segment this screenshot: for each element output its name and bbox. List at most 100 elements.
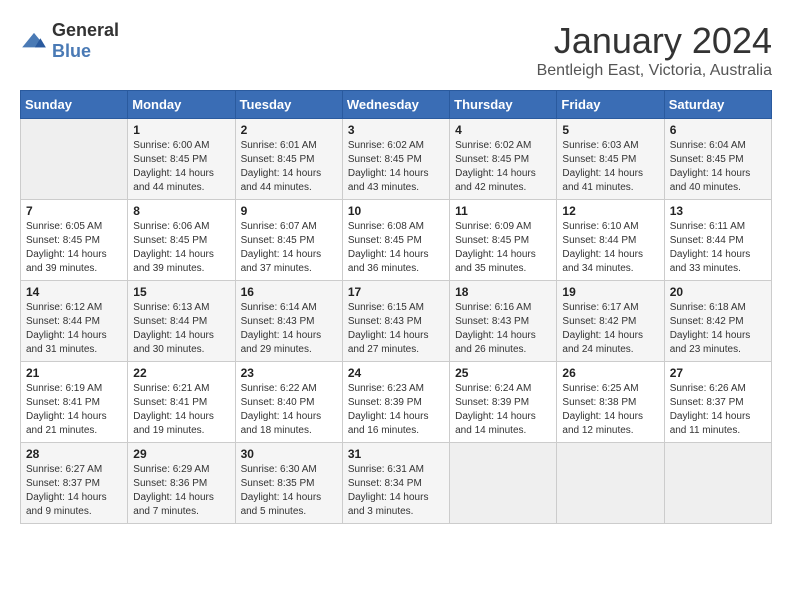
day-number: 25 bbox=[455, 366, 551, 380]
day-number: 10 bbox=[348, 204, 444, 218]
calendar-cell: 6Sunrise: 6:04 AMSunset: 8:45 PMDaylight… bbox=[664, 119, 771, 200]
day-number: 3 bbox=[348, 123, 444, 137]
day-info: Sunrise: 6:14 AMSunset: 8:43 PMDaylight:… bbox=[241, 301, 337, 357]
day-number: 1 bbox=[133, 123, 229, 137]
day-number: 24 bbox=[348, 366, 444, 380]
logo-blue: Blue bbox=[52, 41, 91, 61]
calendar-cell bbox=[450, 443, 557, 524]
col-saturday: Saturday bbox=[664, 91, 771, 119]
calendar-cell: 11 Sunrise: 6:09 AMSunset: 8:45 PMDayligh… bbox=[450, 200, 557, 281]
day-info: Sunrise: 6:01 AMSunset: 8:45 PMDaylight:… bbox=[241, 139, 337, 195]
logo-text: General Blue bbox=[52, 20, 119, 62]
col-tuesday: Tuesday bbox=[235, 91, 342, 119]
day-info: Sunrise: 6:15 AMSunset: 8:43 PMDaylight:… bbox=[348, 301, 444, 357]
day-number: 28 bbox=[26, 447, 122, 461]
calendar-cell: 16 Sunrise: 6:14 AMSunset: 8:43 PMDayligh… bbox=[235, 281, 342, 362]
day-info: Sunrise: 6:07 AMSunset: 8:45 PMDaylight:… bbox=[241, 220, 337, 276]
calendar-cell bbox=[21, 119, 128, 200]
day-info: Sunrise: 6:24 AMSunset: 8:39 PMDaylight:… bbox=[455, 382, 551, 438]
day-number: 8 bbox=[133, 204, 229, 218]
col-friday: Friday bbox=[557, 91, 664, 119]
col-thursday: Thursday bbox=[450, 91, 557, 119]
day-number: 9 bbox=[241, 204, 337, 218]
logo-icon bbox=[20, 31, 48, 51]
week-row-4: 21Sunrise: 6:19 AMSunset: 8:41 PMDayligh… bbox=[21, 362, 772, 443]
header-row: Sunday Monday Tuesday Wednesday Thursday… bbox=[21, 91, 772, 119]
day-number: 22 bbox=[133, 366, 229, 380]
day-number: 16 bbox=[241, 285, 337, 299]
header: General Blue January 2024 Bentleigh East… bbox=[20, 20, 772, 80]
day-number: 29 bbox=[133, 447, 229, 461]
day-info: Sunrise: 6:29 AMSunset: 8:36 PMDaylight:… bbox=[133, 463, 229, 519]
day-info: Sunrise: 6:23 AMSunset: 8:39 PMDaylight:… bbox=[348, 382, 444, 438]
day-number: 7 bbox=[26, 204, 122, 218]
day-info: Sunrise: 6:08 AMSunset: 8:45 PMDaylight:… bbox=[348, 220, 444, 276]
day-number: 26 bbox=[562, 366, 658, 380]
day-number: 4 bbox=[455, 123, 551, 137]
calendar-cell: 14Sunrise: 6:12 AMSunset: 8:44 PMDayligh… bbox=[21, 281, 128, 362]
calendar-cell: 12Sunrise: 6:10 AMSunset: 8:44 PMDayligh… bbox=[557, 200, 664, 281]
calendar-cell: 23Sunrise: 6:22 AMSunset: 8:40 PMDayligh… bbox=[235, 362, 342, 443]
day-info: Sunrise: 6:16 AMSunset: 8:43 PMDaylight:… bbox=[455, 301, 551, 357]
day-info: Sunrise: 6:02 AMSunset: 8:45 PMDaylight:… bbox=[348, 139, 444, 195]
col-wednesday: Wednesday bbox=[342, 91, 449, 119]
col-monday: Monday bbox=[128, 91, 235, 119]
day-number: 21 bbox=[26, 366, 122, 380]
day-number: 11 bbox=[455, 204, 551, 218]
col-sunday: Sunday bbox=[21, 91, 128, 119]
calendar-cell: 2 Sunrise: 6:01 AMSunset: 8:45 PMDaylight… bbox=[235, 119, 342, 200]
calendar-cell: 4 Sunrise: 6:02 AMSunset: 8:45 PMDaylight… bbox=[450, 119, 557, 200]
week-row-1: 1 Sunrise: 6:00 AMSunset: 8:45 PMDaylight… bbox=[21, 119, 772, 200]
day-info: Sunrise: 6:10 AMSunset: 8:44 PMDaylight:… bbox=[562, 220, 658, 276]
day-number: 30 bbox=[241, 447, 337, 461]
calendar-cell: 21Sunrise: 6:19 AMSunset: 8:41 PMDayligh… bbox=[21, 362, 128, 443]
day-number: 19 bbox=[562, 285, 658, 299]
calendar-cell: 29 Sunrise: 6:29 AMSunset: 8:36 PMDayligh… bbox=[128, 443, 235, 524]
day-info: Sunrise: 6:04 AMSunset: 8:45 PMDaylight:… bbox=[670, 139, 766, 195]
day-info: Sunrise: 6:06 AMSunset: 8:45 PMDaylight:… bbox=[133, 220, 229, 276]
week-row-5: 28 Sunrise: 6:27 AMSunset: 8:37 PMDayligh… bbox=[21, 443, 772, 524]
calendar-cell: 17 Sunrise: 6:15 AMSunset: 8:43 PMDayligh… bbox=[342, 281, 449, 362]
day-number: 27 bbox=[670, 366, 766, 380]
calendar-table: Sunday Monday Tuesday Wednesday Thursday… bbox=[20, 90, 772, 524]
day-info: Sunrise: 6:21 AMSunset: 8:41 PMDaylight:… bbox=[133, 382, 229, 438]
day-info: Sunrise: 6:31 AMSunset: 8:34 PMDaylight:… bbox=[348, 463, 444, 519]
calendar-cell: 24 Sunrise: 6:23 AMSunset: 8:39 PMDayligh… bbox=[342, 362, 449, 443]
week-row-3: 14Sunrise: 6:12 AMSunset: 8:44 PMDayligh… bbox=[21, 281, 772, 362]
logo: General Blue bbox=[20, 20, 119, 62]
day-info: Sunrise: 6:02 AMSunset: 8:45 PMDaylight:… bbox=[455, 139, 551, 195]
calendar-cell: 9 Sunrise: 6:07 AMSunset: 8:45 PMDaylight… bbox=[235, 200, 342, 281]
calendar-cell: 13Sunrise: 6:11 AMSunset: 8:44 PMDayligh… bbox=[664, 200, 771, 281]
day-info: Sunrise: 6:00 AMSunset: 8:45 PMDaylight:… bbox=[133, 139, 229, 195]
day-info: Sunrise: 6:18 AMSunset: 8:42 PMDaylight:… bbox=[670, 301, 766, 357]
day-info: Sunrise: 6:03 AMSunset: 8:45 PMDaylight:… bbox=[562, 139, 658, 195]
day-number: 17 bbox=[348, 285, 444, 299]
logo-general: General bbox=[52, 20, 119, 40]
calendar-cell: 20 Sunrise: 6:18 AMSunset: 8:42 PMDayligh… bbox=[664, 281, 771, 362]
day-number: 2 bbox=[241, 123, 337, 137]
calendar-cell: 18Sunrise: 6:16 AMSunset: 8:43 PMDayligh… bbox=[450, 281, 557, 362]
location-title: Bentleigh East, Victoria, Australia bbox=[537, 62, 772, 80]
day-number: 13 bbox=[670, 204, 766, 218]
calendar-cell: 3 Sunrise: 6:02 AMSunset: 8:45 PMDaylight… bbox=[342, 119, 449, 200]
day-number: 15 bbox=[133, 285, 229, 299]
month-title: January 2024 bbox=[537, 20, 772, 62]
calendar-cell: 30 Sunrise: 6:30 AMSunset: 8:35 PMDayligh… bbox=[235, 443, 342, 524]
calendar-cell: 22 Sunrise: 6:21 AMSunset: 8:41 PMDayligh… bbox=[128, 362, 235, 443]
calendar-cell bbox=[557, 443, 664, 524]
day-number: 31 bbox=[348, 447, 444, 461]
calendar-cell: 25 Sunrise: 6:24 AMSunset: 8:39 PMDayligh… bbox=[450, 362, 557, 443]
day-number: 20 bbox=[670, 285, 766, 299]
day-info: Sunrise: 6:13 AMSunset: 8:44 PMDaylight:… bbox=[133, 301, 229, 357]
day-number: 5 bbox=[562, 123, 658, 137]
calendar-cell bbox=[664, 443, 771, 524]
calendar-cell: 26Sunrise: 6:25 AMSunset: 8:38 PMDayligh… bbox=[557, 362, 664, 443]
day-info: Sunrise: 6:27 AMSunset: 8:37 PMDaylight:… bbox=[26, 463, 122, 519]
day-number: 14 bbox=[26, 285, 122, 299]
day-info: Sunrise: 6:09 AMSunset: 8:45 PMDaylight:… bbox=[455, 220, 551, 276]
calendar-cell: 8 Sunrise: 6:06 AMSunset: 8:45 PMDaylight… bbox=[128, 200, 235, 281]
calendar-cell: 31 Sunrise: 6:31 AMSunset: 8:34 PMDayligh… bbox=[342, 443, 449, 524]
day-info: Sunrise: 6:30 AMSunset: 8:35 PMDaylight:… bbox=[241, 463, 337, 519]
day-number: 23 bbox=[241, 366, 337, 380]
day-info: Sunrise: 6:17 AMSunset: 8:42 PMDaylight:… bbox=[562, 301, 658, 357]
